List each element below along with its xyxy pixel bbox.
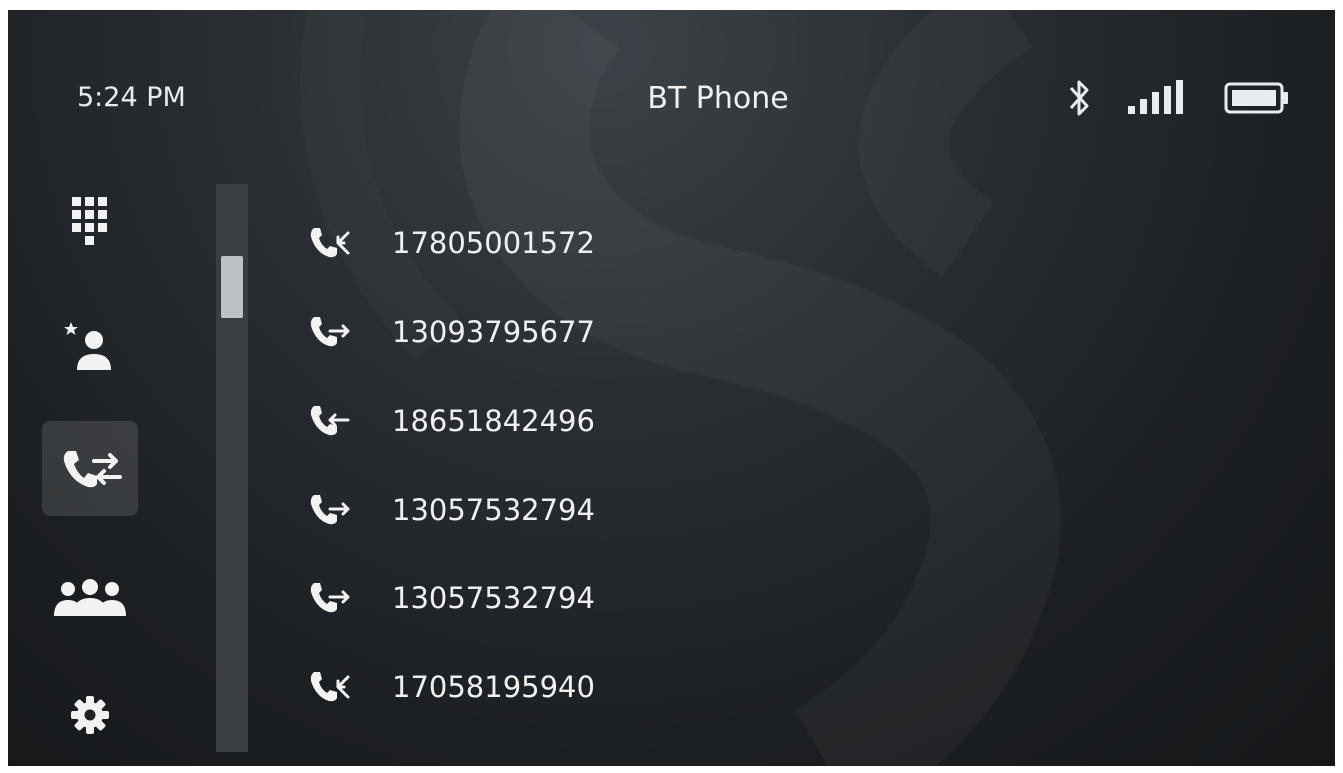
settings-icon <box>71 695 109 734</box>
nav-call-log[interactable] <box>42 421 138 516</box>
status-icons <box>1068 78 1290 118</box>
missed-call-icon <box>308 669 356 705</box>
call-log-row[interactable]: 17805001572 <box>308 217 808 269</box>
favorite-contact-icon <box>64 321 111 370</box>
call-number: 17058195940 <box>392 670 595 704</box>
call-number: 17805001572 <box>392 226 595 260</box>
bluetooth-icon <box>1069 80 1089 116</box>
call-log-row[interactable]: 13057532794 <box>308 484 808 536</box>
dialpad-icon <box>72 196 107 245</box>
background-swirl <box>8 10 1335 766</box>
nav-settings[interactable] <box>42 667 138 762</box>
signal-icon <box>1128 80 1183 114</box>
call-log-icon <box>63 450 122 487</box>
call-number: 13057532794 <box>392 493 595 527</box>
list-scrollbar[interactable] <box>216 184 248 752</box>
incoming-call-icon <box>308 403 356 439</box>
call-log-row[interactable]: 13057532794 <box>308 572 808 624</box>
nav-favorites[interactable] <box>42 300 138 395</box>
outgoing-call-icon <box>308 492 356 528</box>
call-number: 18651842496 <box>392 404 595 438</box>
battery-icon <box>1224 82 1288 114</box>
nav-contacts[interactable] <box>42 550 138 645</box>
scrollbar-thumb[interactable] <box>221 256 243 318</box>
call-log-row[interactable]: 18651842496 <box>308 395 808 447</box>
outgoing-call-icon <box>308 314 356 350</box>
nav-dialpad[interactable] <box>42 175 138 270</box>
call-log-row[interactable]: 13093795677 <box>308 306 808 358</box>
outgoing-call-icon <box>308 580 356 616</box>
call-number: 13057532794 <box>392 581 595 615</box>
phone-screen: 5:24 PM BT Phone 17805001572 13093795677… <box>8 10 1335 766</box>
call-number: 13093795677 <box>392 315 595 349</box>
call-log-row[interactable]: 17058195940 <box>308 661 808 713</box>
missed-call-icon <box>308 225 356 261</box>
contacts-icon <box>54 578 126 616</box>
